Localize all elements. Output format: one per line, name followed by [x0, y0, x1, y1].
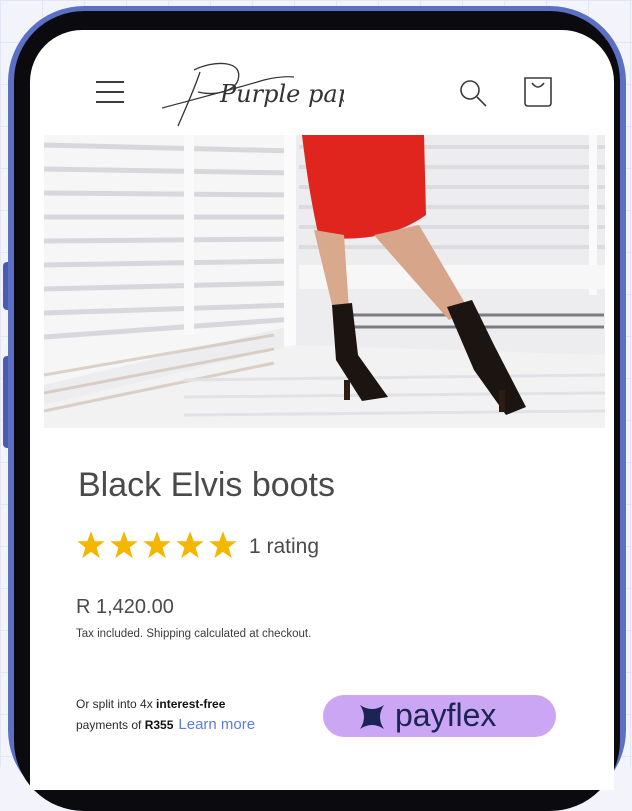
- product-title: Black Elvis boots: [78, 466, 335, 504]
- star-icon: [176, 531, 204, 559]
- hamburger-menu-icon[interactable]: [96, 80, 124, 104]
- payflex-installment-text: payments of R355 Learn more: [76, 716, 256, 733]
- payflex-wordmark: payflex: [395, 697, 497, 733]
- search-icon[interactable]: [458, 78, 488, 108]
- product-image[interactable]: [44, 135, 605, 428]
- star-icon: [77, 531, 105, 559]
- tax-shipping-note: Tax included. Shipping calculated at che…: [76, 628, 312, 640]
- site-header: Purple paper: [30, 30, 614, 138]
- logo[interactable]: Purple paper: [154, 50, 344, 130]
- product-price: R 1,420.00: [76, 596, 174, 618]
- phone-screen: Purple paper: [30, 30, 614, 790]
- star-icon: [209, 531, 237, 559]
- logo-text: Purple paper: [219, 80, 344, 108]
- star-icon: [110, 531, 138, 559]
- payflex-badge[interactable]: payflex: [323, 695, 556, 737]
- star-icon: [143, 531, 171, 559]
- payflex-logo-icon: [360, 705, 384, 729]
- rating-count-link[interactable]: 1 rating: [249, 535, 319, 559]
- payflex-split-text: Or split into 4x interest-free: [76, 697, 226, 711]
- learn-more-link[interactable]: Learn more: [178, 716, 255, 733]
- rating-stars[interactable]: [76, 530, 241, 564]
- shopping-bag-icon[interactable]: [522, 74, 554, 108]
